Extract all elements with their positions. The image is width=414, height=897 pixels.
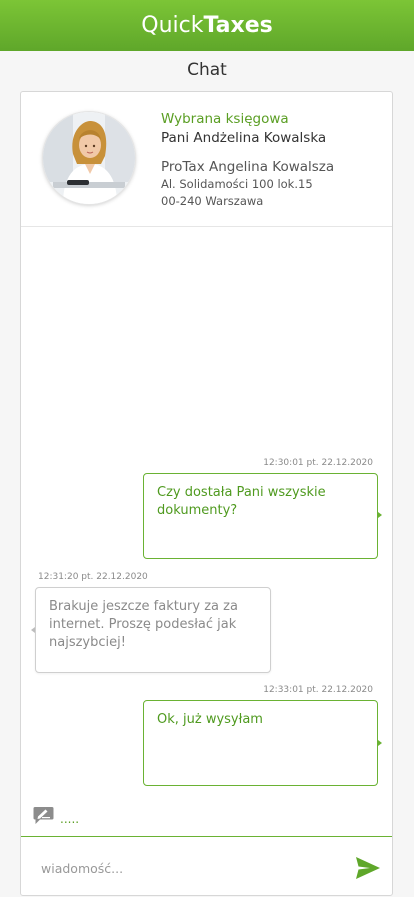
bubble-tail — [378, 512, 382, 518]
typing-speech-bubble-icon — [33, 807, 54, 824]
address-line-1: Al. Solidamości 100 lok.15 — [161, 177, 313, 191]
accountant-photo — [43, 112, 135, 204]
message-timestamp: 12:31:20 pt. 22.12.2020 — [38, 572, 148, 582]
accountant-details: Wybrana księgowa Pani Andżelina Kowalska… — [161, 111, 334, 209]
message-timestamp: 12:30:01 pt. 22.12.2020 — [263, 458, 373, 468]
typing-dots: ..... — [60, 812, 80, 826]
avatar — [43, 112, 135, 204]
accountant-name: Pani Andżelina Kowalska — [161, 130, 327, 146]
brand-name-bold: Taxes — [203, 13, 273, 38]
page-title: Chat — [187, 60, 227, 80]
accountant-company: ProTax Angelina Kowalsza — [161, 159, 335, 175]
address-line-2: 00-240 Warszawa — [161, 194, 264, 208]
message-bubble-outgoing: Ok, już wysyłam — [143, 700, 378, 786]
bubble-tail — [378, 740, 382, 746]
chat-card: Wybrana księgowa Pani Andżelina Kowalska… — [20, 91, 393, 896]
message-composer — [21, 836, 392, 897]
send-icon[interactable] — [355, 856, 381, 880]
message-input[interactable] — [39, 855, 323, 881]
message-bubble-outgoing: Czy dostała Pani wszyskie dokumenty? — [143, 473, 378, 559]
message-bubble-incoming: Brakuje jeszcze faktury za za internet. … — [35, 587, 271, 673]
app-header: Quick Taxes — [0, 0, 414, 51]
message-timestamp: 12:33:01 pt. 22.12.2020 — [263, 685, 373, 695]
typing-indicator: ..... — [33, 806, 79, 825]
brand-name-light: Quick — [141, 13, 204, 38]
accountant-role: Wybrana księgowa — [161, 111, 289, 127]
bubble-tail — [31, 627, 35, 633]
accountant-profile: Wybrana księgowa Pani Andżelina Kowalska… — [21, 92, 392, 227]
